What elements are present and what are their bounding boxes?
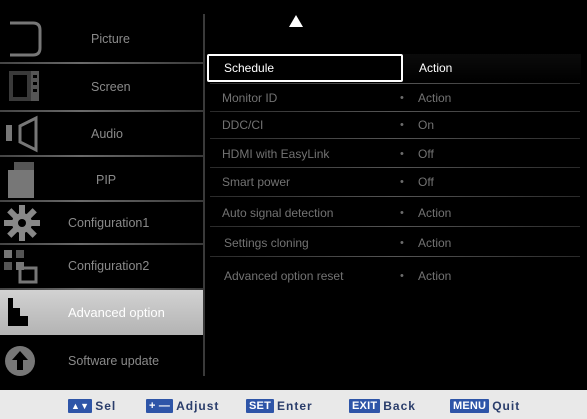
row-bullet: • (400, 237, 404, 249)
row-value: Action (418, 269, 452, 283)
row-label: Auto signal detection (222, 206, 334, 220)
menu-row-auto-signal-detection[interactable]: Auto signal detection • Action (207, 201, 583, 225)
software-update-icon (0, 339, 42, 383)
sidebar-item-software-update[interactable]: Software update (0, 339, 203, 383)
sidebar-item-label: Picture (91, 32, 130, 46)
updown-key-icon: ▲▼ (68, 399, 93, 413)
sidebar-item-label: Audio (91, 127, 123, 141)
scroll-up-arrow-icon[interactable] (288, 14, 304, 28)
row-bullet: • (400, 119, 404, 131)
menu-key-icon: MENU (450, 399, 490, 413)
sidebar-item-pip[interactable]: PIP (0, 158, 203, 202)
sidebar-divider (0, 62, 203, 64)
configuration1-icon (0, 201, 42, 245)
osd-menu: Picture Screen Audio PIP Configuration1 … (0, 0, 587, 390)
row-value: Off (418, 147, 434, 161)
audio-icon (0, 112, 42, 156)
configuration2-icon (0, 244, 42, 288)
row-label: Smart power (222, 175, 291, 189)
sidebar-item-screen[interactable]: Screen (0, 65, 203, 109)
row-label: Schedule (224, 61, 275, 75)
row-value: Action (418, 206, 452, 220)
menu-row-smart-power[interactable]: Smart power • Off (207, 170, 583, 194)
key-hint-bar: ▲▼ Sel + — Adjust SET Enter EXIT Back ME… (0, 396, 587, 416)
sidebar-divider-vertical (203, 14, 205, 376)
menu-row-schedule[interactable]: Schedule Action (207, 56, 583, 80)
hint-label: Adjust (176, 399, 220, 413)
row-value: Action (418, 91, 452, 105)
row-bullet: • (400, 148, 404, 160)
sidebar-item-label: Screen (91, 80, 131, 94)
advanced-option-icon (0, 290, 42, 334)
sidebar-item-label: Configuration1 (68, 216, 150, 230)
hint-quit: MENU Quit (450, 398, 520, 414)
sidebar-item-label: Advanced option (68, 305, 165, 320)
sidebar-item-configuration2[interactable]: Configuration2 (0, 244, 203, 288)
exit-key-icon: EXIT (349, 399, 381, 413)
row-bullet: • (400, 176, 404, 188)
hint-label: Quit (492, 399, 521, 413)
sidebar-divider (0, 155, 203, 157)
picture-icon (0, 17, 42, 61)
row-label: DDC/CI (222, 118, 264, 132)
hint-label: Sel (95, 399, 117, 413)
sidebar-item-picture[interactable]: Picture (0, 17, 203, 61)
row-divider (210, 83, 580, 84)
row-bullet: • (400, 270, 404, 282)
set-key-icon: SET (246, 399, 274, 413)
row-bullet: • (400, 92, 404, 104)
sidebar-item-configuration1[interactable]: Configuration1 (0, 201, 203, 245)
row-label: Settings cloning (224, 236, 309, 250)
hint-enter: SET Enter (246, 398, 313, 414)
row-bullet: • (400, 207, 404, 219)
screen-icon (0, 65, 42, 109)
row-divider (210, 226, 580, 227)
row-divider (210, 196, 580, 197)
hint-label: Back (383, 399, 416, 413)
row-divider (210, 138, 580, 139)
hint-back: EXIT Back (349, 398, 416, 414)
sidebar-item-advanced-option[interactable]: Advanced option (0, 290, 203, 335)
sidebar-item-label: PIP (96, 173, 117, 187)
row-divider (210, 167, 580, 168)
menu-row-settings-cloning[interactable]: Settings cloning • Action (207, 231, 583, 255)
hint-label: Enter (277, 399, 313, 413)
row-value: Off (418, 175, 434, 189)
sidebar: Picture Screen Audio PIP Configuration1 … (0, 14, 203, 376)
row-label: HDMI with EasyLink (222, 147, 330, 161)
row-divider (210, 111, 580, 112)
plus-minus-key-icon: + — (146, 399, 174, 413)
menu-row-advanced-option-reset[interactable]: Advanced option reset • Action (207, 264, 583, 288)
row-label: Advanced option reset (224, 269, 344, 283)
pip-icon (0, 158, 42, 202)
row-label: Monitor ID (222, 91, 278, 105)
row-divider (210, 256, 580, 257)
row-value: Action (419, 61, 453, 75)
menu-row-hdmi-with-easylink[interactable]: HDMI with EasyLink • Off (207, 142, 583, 166)
sidebar-item-label: Software update (68, 354, 160, 368)
row-value: Action (418, 236, 452, 250)
sidebar-item-audio[interactable]: Audio (0, 112, 203, 156)
hint-adjust: + — Adjust (146, 398, 219, 414)
row-value: On (418, 118, 435, 132)
menu-row-monitor-id[interactable]: Monitor ID • Action (207, 86, 583, 110)
hint-sel: ▲▼ Sel (68, 398, 116, 414)
sidebar-item-label: Configuration2 (68, 259, 150, 273)
menu-row-ddc-ci[interactable]: DDC/CI • On (207, 113, 583, 137)
